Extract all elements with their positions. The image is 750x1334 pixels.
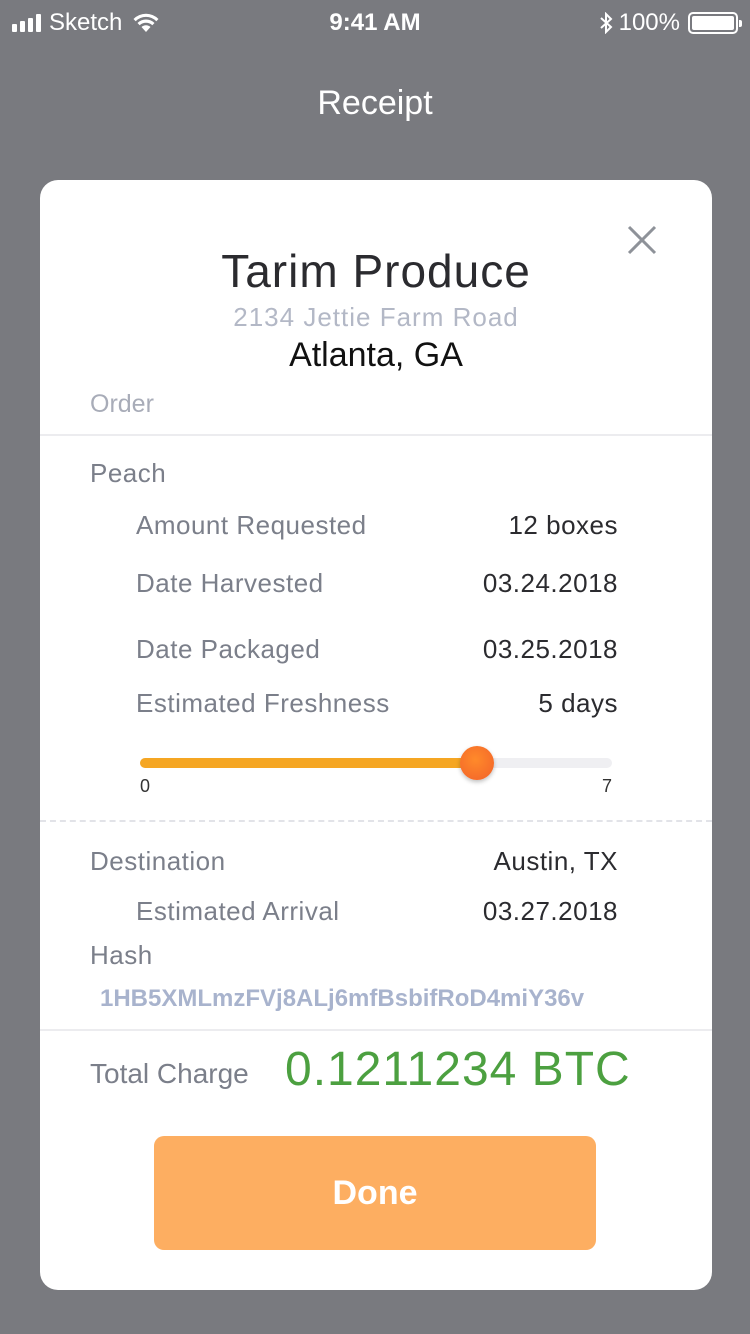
total-label: Total Charge (90, 1058, 249, 1089)
freshness-value: 5 days (538, 688, 618, 718)
total-value: 0.1211234 BTC (285, 1043, 631, 1096)
vendor-street: 2134 Jettie Farm Road (233, 302, 519, 332)
battery-icon (688, 12, 742, 34)
divider (40, 434, 712, 436)
freshness-label: Estimated Freshness (136, 688, 390, 718)
status-right: 100% (599, 9, 742, 37)
product-name: Peach (90, 458, 167, 488)
order-section-label: Order (90, 390, 154, 418)
arrival-label: Estimated Arrival (136, 896, 340, 926)
destination-label: Destination (90, 846, 226, 876)
harvested-value: 03.24.2018 (482, 568, 618, 598)
destination-value: Austin, TX (493, 846, 618, 876)
harvested-label: Date Harvested (136, 568, 324, 598)
slider-max-label: 7 (601, 776, 612, 796)
bluetooth-icon (599, 12, 613, 34)
done-button[interactable]: Done (154, 1136, 596, 1250)
slider-thumb[interactable] (460, 746, 495, 780)
vendor-name: Tarim Produce (221, 245, 531, 297)
page-title: Receipt (317, 84, 433, 122)
slider-fill (140, 758, 478, 768)
amount-value: 12 boxes (508, 510, 618, 540)
amount-label: Amount Requested (136, 510, 367, 540)
divider (40, 1029, 712, 1031)
packaged-value: 03.25.2018 (482, 634, 618, 664)
vendor-city: Atlanta, GA (289, 336, 463, 374)
status-bar: Sketch 9:41 AM 100% (0, 0, 750, 44)
slider-min-label: 0 (140, 776, 151, 796)
receipt-card: Tarim Produce 2134 Jettie Farm Road Atla… (40, 180, 712, 1290)
freshness-slider[interactable] (140, 746, 612, 780)
battery-percent: 100% (618, 9, 680, 36)
hash-value: 1HB5XMLmzFVj8ALj6mfBsbifRoD4miY36v (100, 985, 585, 1012)
arrival-value: 03.27.2018 (482, 896, 618, 926)
packaged-label: Date Packaged (136, 634, 321, 664)
dashed-divider (40, 820, 712, 822)
hash-label: Hash (90, 940, 153, 970)
